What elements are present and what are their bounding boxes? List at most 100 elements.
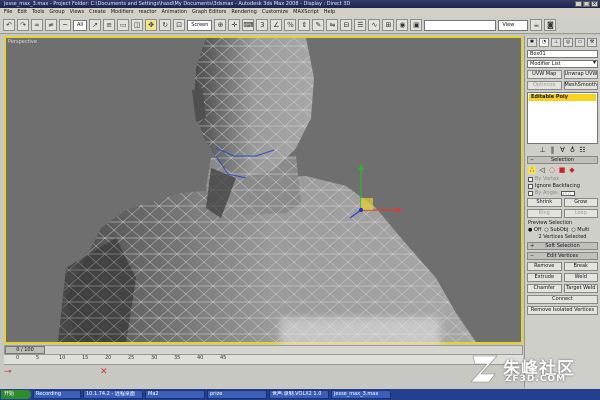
edge-level-icon[interactable]: ◁ xyxy=(538,166,546,174)
grow-button[interactable]: Grow xyxy=(563,198,598,207)
menu-tools[interactable]: Tools xyxy=(32,8,44,17)
viewport-label[interactable]: Perspective xyxy=(8,39,37,45)
menu-edit[interactable]: Edit xyxy=(17,8,27,17)
task-3dsmax[interactable]: jesse_max_3.max xyxy=(331,390,391,399)
remove-button[interactable]: Remove xyxy=(527,262,562,271)
target-weld-button[interactable]: Target Weld xyxy=(563,284,598,293)
motion-tab-icon[interactable]: ◎ xyxy=(563,38,573,47)
menu-graph-editors[interactable]: Graph Editors xyxy=(192,8,226,17)
maximize-icon[interactable]: □ xyxy=(583,1,590,7)
menu-help[interactable]: Help xyxy=(324,8,335,17)
chamfer-button[interactable]: Chamfer xyxy=(527,284,562,293)
edit-vertices-rollout[interactable]: − Edit Vertices xyxy=(527,252,598,260)
pivot-center-icon[interactable]: ⊕ xyxy=(214,19,227,31)
select-object-icon[interactable]: ➚ xyxy=(89,19,102,31)
time-slider-track[interactable]: 0 / 100 xyxy=(4,345,523,355)
modifier-stack[interactable]: Editable Poly xyxy=(527,92,598,144)
move-icon[interactable]: ✥ xyxy=(145,19,158,31)
object-name-field[interactable]: Box01 xyxy=(527,50,598,58)
named-selection-set-field[interactable] xyxy=(424,19,497,31)
bind-space-warp-icon[interactable]: ~ xyxy=(59,19,71,31)
manipulate-icon[interactable]: ✛ xyxy=(228,19,241,31)
reference-coordinate-dropdown[interactable]: Screen xyxy=(187,19,213,31)
break-button[interactable]: Break xyxy=(563,262,598,271)
percent-snap-icon[interactable]: % xyxy=(284,19,297,31)
menu-views[interactable]: Views xyxy=(70,8,84,17)
modifier-list-dropdown[interactable]: Modifier List xyxy=(527,60,598,68)
remove-modifier-icon[interactable]: ♁ xyxy=(569,146,577,154)
task-recording[interactable]: Recording xyxy=(33,390,81,399)
link-icon[interactable]: ∞ xyxy=(31,19,43,31)
menu-modifiers[interactable]: Modifiers xyxy=(111,8,134,17)
menu-maxscript[interactable]: MAXScript xyxy=(293,8,319,17)
display-tab-icon[interactable]: ▭ xyxy=(575,38,585,47)
start-button[interactable]: 开始 xyxy=(1,390,31,399)
named-selection-icon[interactable]: ✎ xyxy=(312,19,325,31)
rect-selection-icon[interactable]: ▭ xyxy=(117,19,130,31)
spinner-snap-icon[interactable]: ⇕ xyxy=(298,19,311,31)
task-remote-desktop[interactable]: 10.1.74.2 - 远程桌面 xyxy=(83,390,143,399)
perspective-viewport[interactable]: Perspective xyxy=(4,36,523,344)
radio-subobj[interactable]: ○ SubObj xyxy=(544,227,568,233)
ring-button[interactable]: Ring xyxy=(527,209,562,218)
mirror-icon[interactable]: ⇋ xyxy=(326,19,339,31)
radio-multi[interactable]: ○ Multi xyxy=(571,227,589,233)
material-editor-icon[interactable]: ◉ xyxy=(396,19,409,31)
render-setup-icon[interactable]: ▣ xyxy=(410,19,423,31)
task-prize[interactable]: prize xyxy=(207,390,267,399)
ignore-backfacing-checkbox[interactable]: Ignore Backfacing xyxy=(528,183,597,189)
menu-reactor[interactable]: reactor xyxy=(139,8,157,17)
meshsmooth-button[interactable]: MeshSmooth xyxy=(563,81,598,90)
optimize-button[interactable]: Optimize xyxy=(527,81,562,90)
time-slider[interactable]: 0 / 100 xyxy=(5,346,45,354)
loop-button[interactable]: Loop xyxy=(563,209,598,218)
redo-icon[interactable]: ↷ xyxy=(17,19,29,31)
lock-icon[interactable]: ✕ xyxy=(100,367,108,377)
task-recorder[interactable]: 世声.录制.VOLX2 1.0 xyxy=(269,390,329,399)
quick-render-icon[interactable]: ☕ xyxy=(530,19,543,31)
weld-button[interactable]: Weld xyxy=(563,273,598,282)
uvw-map-button[interactable]: UVW Map xyxy=(527,70,562,79)
by-vertex-checkbox[interactable]: By Vertex xyxy=(528,176,597,182)
polygon-level-icon[interactable]: ■ xyxy=(558,166,566,174)
task-ma2[interactable]: Ma2 xyxy=(145,390,205,399)
align-icon[interactable]: ⊟ xyxy=(340,19,353,31)
selection-filter-dropdown[interactable]: All xyxy=(73,19,88,31)
scale-icon[interactable]: ⊡ xyxy=(173,19,186,31)
curve-editor-icon[interactable]: ∿ xyxy=(368,19,381,31)
track-bar[interactable]: 0 5 10 15 20 25 30 35 40 45 xyxy=(4,355,523,365)
menu-animation[interactable]: Animation xyxy=(161,8,187,17)
shrink-button[interactable]: Shrink xyxy=(527,198,562,207)
keyboard-shortcut-icon[interactable]: ⌨ xyxy=(242,19,255,31)
utilities-tab-icon[interactable]: ⚒ xyxy=(587,38,597,47)
schematic-view-icon[interactable]: ⊞ xyxy=(382,19,395,31)
vertex-level-icon[interactable]: ∴ xyxy=(528,166,536,174)
pin-stack-icon[interactable]: ⊥ xyxy=(539,146,547,154)
minimize-icon[interactable]: _ xyxy=(575,1,582,7)
configure-sets-icon[interactable]: ☷ xyxy=(579,146,587,154)
stack-item-editable-poly[interactable]: Editable Poly xyxy=(529,94,596,101)
selection-rollout[interactable]: − Selection xyxy=(527,156,598,164)
unlink-icon[interactable]: ≠ xyxy=(45,19,57,31)
key-icon[interactable]: ⊸ xyxy=(4,367,12,377)
angle-snap-icon[interactable]: ∠ xyxy=(270,19,283,31)
soft-selection-rollout[interactable]: + Soft Selection xyxy=(527,242,598,250)
angle-spinner[interactable]: 45.0 xyxy=(560,190,575,197)
unwrap-uvw-button[interactable]: Unwrap UVW xyxy=(563,70,598,79)
border-level-icon[interactable]: ◌ xyxy=(548,166,556,174)
menu-rendering[interactable]: Rendering xyxy=(231,8,257,17)
rotate-icon[interactable]: ↻ xyxy=(159,19,172,31)
render-view-dropdown[interactable]: View xyxy=(498,19,529,31)
extrude-button[interactable]: Extrude xyxy=(527,273,562,282)
make-unique-icon[interactable]: ∀ xyxy=(559,146,567,154)
hierarchy-tab-icon[interactable]: ⊥ xyxy=(551,38,561,47)
create-tab-icon[interactable]: ✱ xyxy=(527,38,537,47)
undo-icon[interactable]: ↶ xyxy=(3,19,15,31)
window-crossing-icon[interactable]: ◫ xyxy=(131,19,144,31)
element-level-icon[interactable]: ◆ xyxy=(568,166,576,174)
show-end-result-icon[interactable]: ‖ xyxy=(549,146,557,154)
menu-customize[interactable]: Customize xyxy=(262,8,288,17)
render-icon[interactable]: ◙ xyxy=(544,19,557,31)
layer-manager-icon[interactable]: ☰ xyxy=(354,19,367,31)
by-angle-checkbox[interactable]: By Angle: 45.0 xyxy=(528,190,597,197)
